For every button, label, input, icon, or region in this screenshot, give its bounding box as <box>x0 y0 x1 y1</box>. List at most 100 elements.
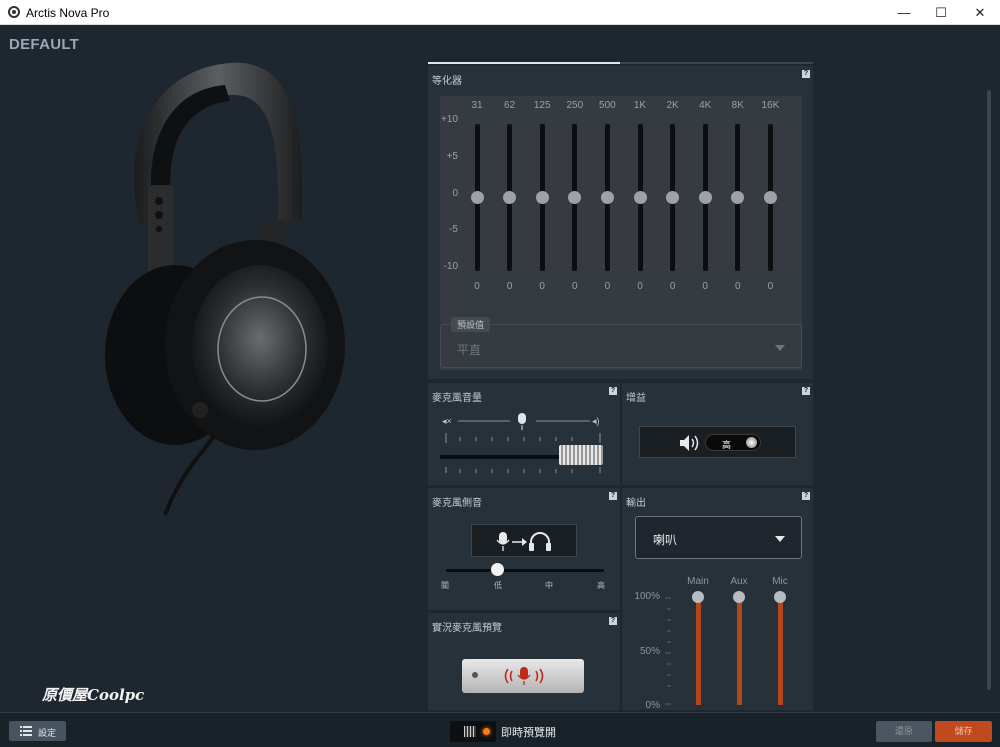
live-preview-button[interactable] <box>462 659 584 693</box>
microphone-icon <box>518 413 526 424</box>
db-label: -5 <box>449 224 458 235</box>
chevron-down-icon <box>775 536 785 542</box>
eq-band-value: 0 <box>539 281 545 292</box>
mix-slider-main-fill[interactable] <box>695 597 701 705</box>
equalizer-title: 等化器 <box>432 76 462 87</box>
mix-label-aux: Aux <box>730 576 748 587</box>
eq-frequency-label: 16K <box>761 100 780 111</box>
eq-band-handle[interactable] <box>535 191 549 204</box>
sidetone-label-high: 高 <box>597 581 605 590</box>
sidetone-panel: 麥克風側音 ? 關 低 中 高 <box>428 488 620 610</box>
output-device-value: 喇叭 <box>653 533 678 547</box>
speaker-icon: ◂) <box>592 416 600 426</box>
live-preview-label: 即時預覽開 <box>501 727 556 739</box>
help-icon[interactable]: ? <box>802 387 810 395</box>
help-icon[interactable]: ? <box>802 492 810 500</box>
mix-scale-ticks <box>665 597 671 705</box>
preset-value: 平直 <box>457 343 482 357</box>
mix-percent-label: 50% <box>639 646 660 657</box>
eq-preset-select[interactable]: 預設值 平直 <box>440 317 802 368</box>
help-icon[interactable]: ? <box>609 617 617 625</box>
toggle-on-led <box>483 728 490 735</box>
help-icon[interactable]: ? <box>802 70 810 78</box>
maximize-button[interactable]: ☐ <box>923 0 959 25</box>
watermark-text: 原價屋Coolpc <box>42 686 145 704</box>
scrollbar-thumb[interactable] <box>987 90 991 690</box>
eq-frequency-label: 62 <box>504 100 516 111</box>
eq-frequency-label: 250 <box>566 100 584 111</box>
eq-band-value: 0 <box>474 281 480 292</box>
settings-button[interactable]: 設定 <box>9 721 66 741</box>
eq-frequency-label: 4K <box>699 100 712 111</box>
revert-button[interactable]: 還原 <box>876 721 932 742</box>
mix-slider-mic-handle[interactable] <box>774 591 786 603</box>
equalizer-box: +10 +5 0 -5 -10 31 0 62 0 125 0 250 0 500 0 1K 0 2K 0… <box>440 96 802 370</box>
gain-toggle[interactable]: 高 <box>705 434 761 451</box>
eq-band-value: 0 <box>506 281 513 292</box>
eq-band-handle[interactable] <box>600 191 614 204</box>
sidetone-track[interactable] <box>446 569 604 572</box>
gain-box: 高 <box>639 426 796 458</box>
eq-frequency-label: 1K <box>633 100 647 111</box>
live-preview-title: 實況麥克風預覽 <box>432 623 502 634</box>
eq-frequency-label: 8K <box>731 100 744 111</box>
eq-band-value: 0 <box>637 281 643 292</box>
mic-to-headphones-icon <box>496 532 551 551</box>
chevron-down-icon <box>775 345 785 351</box>
mix-slider-mic-fill[interactable] <box>777 597 783 705</box>
sidetone-label-low: 低 <box>494 581 502 590</box>
settings-label: 設定 <box>38 728 57 738</box>
eq-band-handle[interactable] <box>666 191 680 204</box>
eq-frequency-label: 500 <box>599 100 616 111</box>
tab-active-indicator <box>428 62 620 64</box>
eq-band-handle[interactable] <box>568 191 582 204</box>
section-tabs[interactable] <box>428 62 813 64</box>
steelseries-logo-icon <box>8 6 20 18</box>
mix-slider-aux-fill[interactable] <box>736 597 742 705</box>
eq-frequency-label: 2K <box>666 100 679 111</box>
db-label: -10 <box>443 261 458 272</box>
title-bar: Arctis Nova Pro — ☐ ✕ <box>0 0 1000 25</box>
help-icon[interactable]: ? <box>609 387 617 395</box>
eq-band-value: 0 <box>702 281 708 292</box>
sidetone-label-medium: 中 <box>545 581 553 590</box>
mix-slider-aux-handle[interactable] <box>733 591 745 603</box>
mic-volume-track[interactable] <box>440 455 570 459</box>
mic-volume-slider-handle[interactable] <box>558 445 603 465</box>
eq-band-value: 0 <box>767 281 774 292</box>
help-icon[interactable]: ? <box>609 492 617 500</box>
sidetone-icon-box <box>471 524 577 557</box>
eq-band-handle[interactable] <box>731 191 745 204</box>
output-panel: 輸出 ? 喇叭 Main Aux Mic 100% 50% 0% <box>622 488 813 711</box>
toggle-grip <box>464 726 476 737</box>
preset-legend: 預設值 <box>451 317 491 332</box>
sidetone-slider-handle[interactable] <box>491 563 504 576</box>
eq-band-handle[interactable] <box>503 191 517 204</box>
eq-band-handle[interactable] <box>470 191 484 204</box>
window-title: Arctis Nova Pro <box>26 6 110 20</box>
mix-slider-main-handle[interactable] <box>692 591 704 603</box>
mute-speaker-icon: ◂× <box>442 416 452 426</box>
speaker-icon <box>680 435 699 451</box>
gain-panel: 增益 ? 高 <box>622 383 813 485</box>
mic-volume-panel: 麥克風音量 ? ◂× ◂) <box>428 383 620 485</box>
gain-value: 高 <box>722 440 732 450</box>
equalizer-panel: 等化器 ? +10 +5 0 -5 -10 31 0 62 0 125 0 250 0 500 0… <box>428 66 813 379</box>
output-device-select[interactable]: 喇叭 <box>635 516 802 559</box>
eq-band-handle[interactable] <box>763 191 777 204</box>
save-button[interactable]: 儲存 <box>935 721 992 742</box>
mix-label-mic: Mic <box>772 576 788 587</box>
mix-label-main: Main <box>687 576 709 587</box>
preset-name: DEFAULT <box>9 36 80 53</box>
eq-band-handle[interactable] <box>633 191 647 204</box>
eq-band-handle[interactable] <box>698 191 712 204</box>
live-mic-preview-panel: 實況麥克風預覽 ? <box>428 613 620 710</box>
minimize-button[interactable]: — <box>886 0 922 25</box>
toggle-knob <box>746 437 757 448</box>
close-button[interactable]: ✕ <box>962 0 998 25</box>
live-preview-toggle[interactable] <box>450 721 496 742</box>
eq-frequency-label: 125 <box>533 100 551 111</box>
gain-title: 增益 <box>626 393 646 404</box>
scrollbar[interactable] <box>985 62 993 702</box>
eq-band-value: 0 <box>604 281 611 292</box>
